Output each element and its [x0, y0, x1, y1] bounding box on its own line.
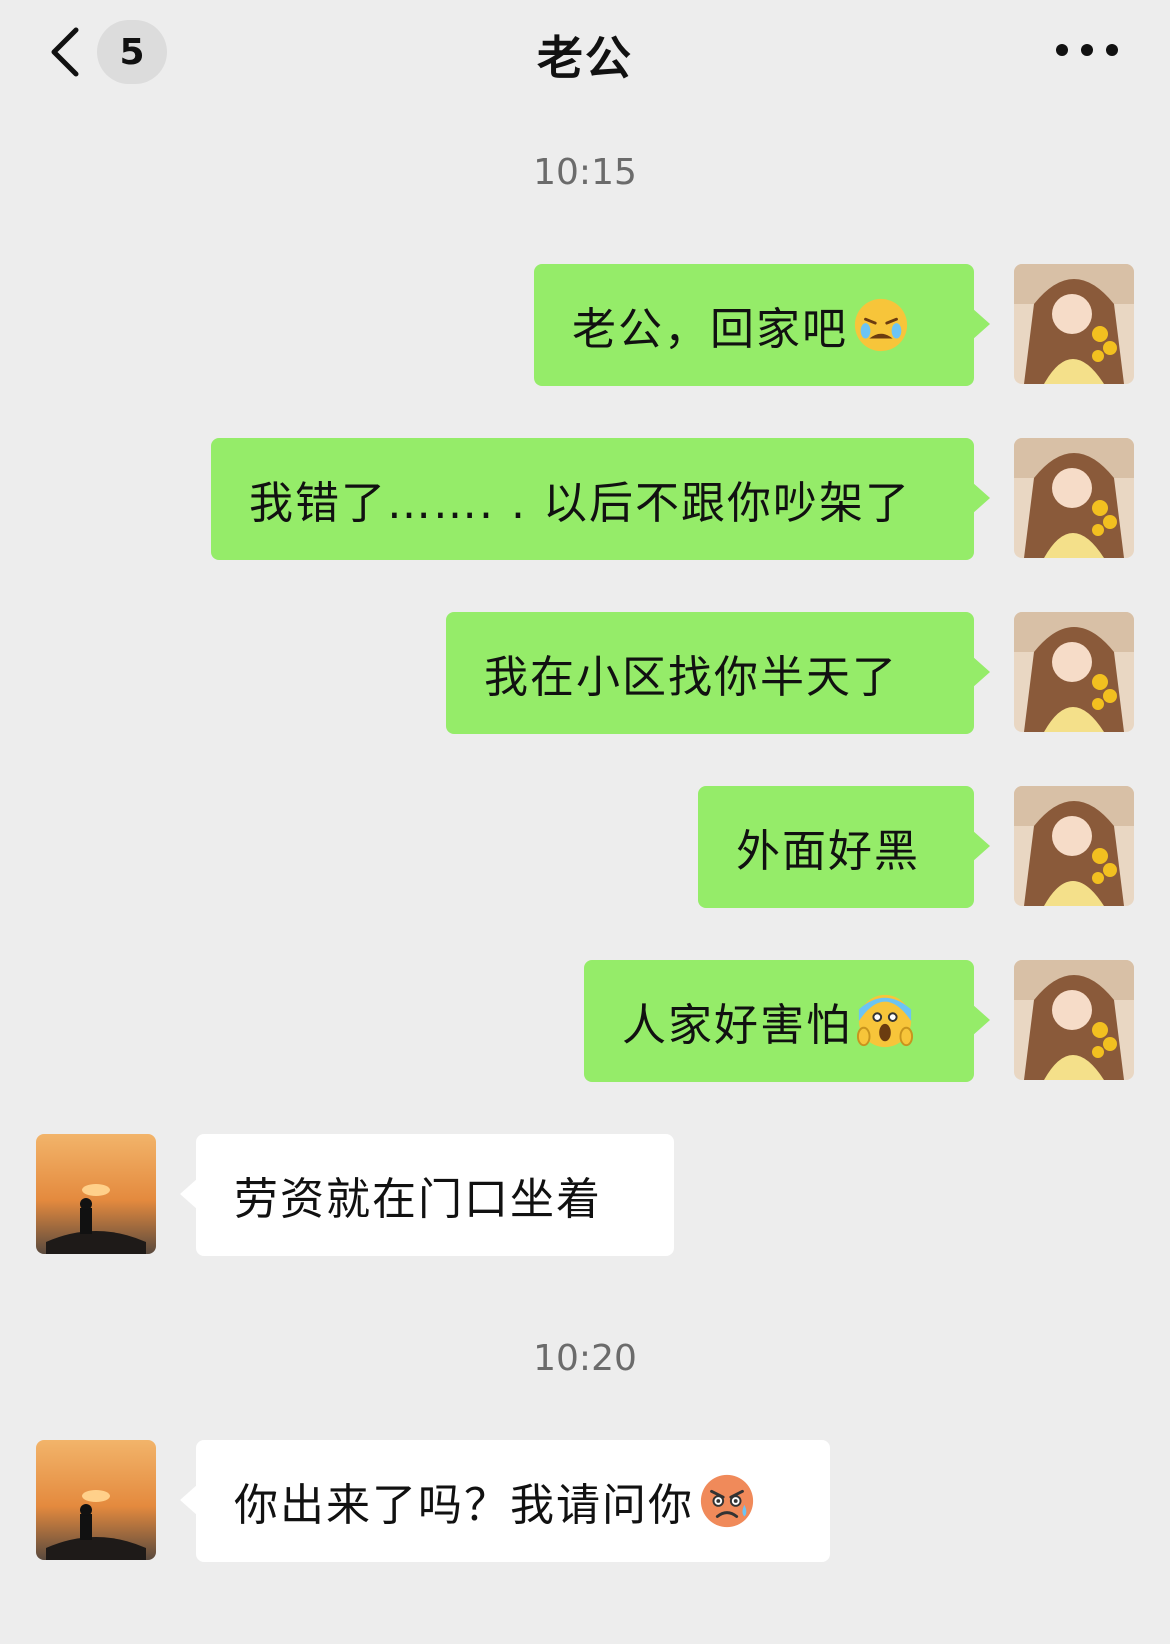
my-avatar[interactable] — [1014, 438, 1134, 558]
more-options-button[interactable] — [1056, 38, 1118, 62]
message-text: 你出来了吗？我请问你 — [234, 1480, 694, 1531]
message-text: 外面好黑 — [736, 826, 920, 877]
message-text: 人家好害怕 — [622, 1000, 852, 1051]
chat-header: 5 老公 — [0, 0, 1170, 110]
sent-bubble[interactable]: 我错了……. . 以后不跟你吵架了 — [211, 438, 990, 560]
more-dot — [1056, 44, 1068, 56]
message-text: 劳资就在门口坐着 — [234, 1174, 602, 1225]
message-text: 我错了……. . 以后不跟你吵架了 — [249, 478, 911, 529]
sent-bubble[interactable]: 老公，回家吧 — [534, 264, 990, 386]
message-text: 我在小区找你半天了 — [484, 652, 898, 703]
message-row: 你出来了吗？我请问你 — [0, 1440, 1170, 1564]
timestamp: 10:20 — [533, 1338, 637, 1379]
angry-sweat-face-icon — [700, 1474, 754, 1528]
message-text: 老公，回家吧 — [572, 304, 848, 355]
message-row: 人家好害怕 — [0, 960, 1170, 1084]
screaming-face-icon — [856, 994, 914, 1048]
contact-avatar[interactable] — [36, 1134, 156, 1254]
my-avatar[interactable] — [1014, 960, 1134, 1080]
timestamp: 10:15 — [533, 152, 637, 193]
my-avatar[interactable] — [1014, 612, 1134, 732]
crying-face-icon — [854, 298, 908, 352]
message-row: 我错了……. . 以后不跟你吵架了 — [0, 438, 1170, 562]
chat-title: 老公 — [537, 31, 633, 85]
sent-bubble[interactable]: 外面好黑 — [698, 786, 990, 908]
sent-bubble[interactable]: 我在小区找你半天了 — [446, 612, 990, 734]
message-row: 我在小区找你半天了 — [0, 612, 1170, 736]
my-avatar[interactable] — [1014, 264, 1134, 384]
my-avatar[interactable] — [1014, 786, 1134, 906]
contact-avatar[interactable] — [36, 1440, 156, 1560]
message-row: 外面好黑 — [0, 786, 1170, 910]
more-dot — [1106, 44, 1118, 56]
received-bubble[interactable]: 劳资就在门口坐着 — [180, 1134, 674, 1256]
message-row: 劳资就在门口坐着 — [0, 1134, 1170, 1258]
more-dot — [1081, 44, 1093, 56]
message-row: 老公，回家吧 — [0, 264, 1170, 388]
sent-bubble[interactable]: 人家好害怕 — [584, 960, 990, 1082]
received-bubble[interactable]: 你出来了吗？我请问你 — [180, 1440, 830, 1562]
